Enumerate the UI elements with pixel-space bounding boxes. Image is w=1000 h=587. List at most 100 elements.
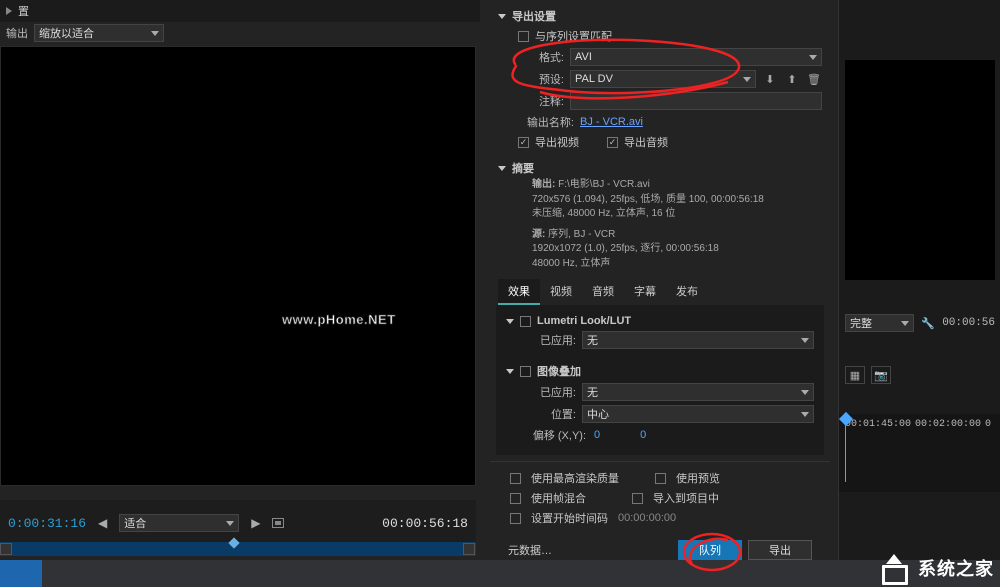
summary-source-line1: 1920x1072 (1.0), 25fps, 逐行, 00:00:56:18 [532, 242, 830, 257]
overlay-applied-select[interactable]: 无 [582, 383, 814, 401]
lumetri-applied-select[interactable]: 无 [582, 331, 814, 349]
overlay-offset-y[interactable]: 0 [638, 429, 648, 441]
chevron-down-icon [801, 338, 809, 343]
watermark-text: www.pHome.NET [282, 312, 396, 327]
in-point-handle[interactable] [0, 543, 12, 555]
chevron-down-icon [901, 321, 909, 326]
import-into-project-label: 导入到项目中 [653, 490, 719, 506]
overlay-offset-label: 偏移 (X,Y): [526, 427, 586, 443]
overlay-applied-label: 已应用: [526, 384, 576, 400]
lumetri-checkbox[interactable] [520, 316, 531, 327]
zoom-select[interactable]: 缩放以适合 [34, 24, 164, 42]
next-icon[interactable]: ▶ [247, 516, 264, 530]
overlay-offset-x[interactable]: 0 [592, 429, 602, 441]
summary-source-value: 序列, BJ - VCR [548, 229, 615, 240]
tab-video[interactable]: 视频 [540, 279, 582, 305]
overlay-checkbox[interactable] [520, 366, 531, 377]
start-timecode-label: 设置开始时间码 [531, 510, 608, 526]
chevron-down-icon [506, 319, 514, 324]
queue-button[interactable]: 队列 [678, 540, 742, 560]
output-tab[interactable]: 输出 [6, 25, 28, 41]
chevron-down-icon [506, 369, 514, 374]
import-into-project-checkbox[interactable] [632, 493, 643, 504]
output-name-link[interactable]: BJ - VCR.avi [580, 116, 643, 128]
taskbar [0, 560, 1000, 587]
chevron-down-icon [801, 412, 809, 417]
export-settings-header[interactable]: 导出设置 [490, 4, 830, 26]
format-label: 格式: [518, 49, 564, 65]
summary-output-line1: 720x576 (1.094), 25fps, 低场, 质量 100, 00:0… [532, 193, 830, 208]
chevron-down-icon [151, 31, 159, 36]
match-sequence-label: 与序列设置匹配 [535, 28, 612, 44]
lumetri-header[interactable]: Lumetri Look/LUT [498, 311, 822, 329]
preset-select[interactable]: PAL DV [570, 70, 756, 88]
delete-preset-icon[interactable]: 🗑 [806, 71, 822, 87]
use-preview-checkbox[interactable] [655, 473, 666, 484]
summary-source-label: 源: [532, 229, 545, 240]
export-audio-checkbox[interactable] [607, 137, 618, 148]
overlay-header[interactable]: 图像叠加 [498, 359, 822, 381]
tab-captions[interactable]: 字幕 [624, 279, 666, 305]
ruler-tick: 00:01:45:00 [845, 419, 911, 430]
fit-select[interactable]: 适合 [119, 514, 239, 532]
summary-header[interactable]: 摘要 [490, 156, 830, 178]
chevron-down-icon [809, 55, 817, 60]
start-timecode-value[interactable]: 00:00:00:00 [618, 512, 676, 524]
prev-icon[interactable]: ◀ [94, 516, 111, 530]
ruler-tick: 0 [985, 419, 991, 430]
tab-pointer-icon [6, 7, 12, 15]
site-logo: 系统之家 [880, 555, 994, 581]
chevron-down-icon [498, 14, 506, 19]
summary-source-line2: 48000 Hz, 立体声 [532, 257, 830, 272]
house-icon [880, 555, 910, 581]
playback-bar: 0:00:31:16 ◀ 适合 ▶ 00:00:56:18 [0, 500, 476, 546]
overlay-position-label: 位置: [526, 406, 576, 422]
aspect-ratio-icon[interactable] [272, 518, 284, 528]
output-name-label: 输出名称: [518, 114, 574, 130]
taskbar-highlight [0, 560, 42, 587]
save-preset-icon[interactable]: ⬇ [762, 71, 778, 87]
tab-publish[interactable]: 发布 [666, 279, 708, 305]
logo-text: 系统之家 [918, 555, 994, 581]
start-timecode-checkbox[interactable] [510, 513, 521, 524]
program-monitor[interactable] [845, 60, 995, 280]
comments-label: 注释: [518, 93, 564, 109]
snapshot-icon[interactable]: 📷 [871, 366, 891, 384]
format-select[interactable]: AVI [570, 48, 822, 66]
monitor-preset-select[interactable]: 完整 [845, 314, 914, 332]
max-render-quality-checkbox[interactable] [510, 473, 521, 484]
match-sequence-checkbox[interactable] [518, 31, 529, 42]
layout-icon[interactable]: ▦ [845, 366, 865, 384]
out-point-handle[interactable] [463, 543, 475, 555]
export-video-label: 导出视频 [535, 134, 579, 150]
import-preset-icon[interactable]: ⬆ [784, 71, 800, 87]
export-audio-label: 导出音频 [624, 134, 668, 150]
ruler-tick: 00:02:00:00 [915, 419, 981, 430]
monitor-timecode: 00:00:56 [942, 317, 995, 329]
metadata-label[interactable]: 元数据… [508, 542, 552, 558]
chevron-down-icon [801, 390, 809, 395]
fit-value: 适合 [124, 515, 146, 531]
lumetri-applied-label: 已应用: [526, 332, 576, 348]
frame-blend-checkbox[interactable] [510, 493, 521, 504]
tab-audio[interactable]: 音频 [582, 279, 624, 305]
timeline-panel[interactable]: 00:01:45:00 00:02:00:00 0 [839, 414, 1000, 492]
preset-label: 预设: [518, 71, 564, 87]
export-video-checkbox[interactable] [518, 137, 529, 148]
summary-output-label: 输出: [532, 179, 555, 190]
video-preview[interactable] [0, 46, 476, 486]
playhead-line [845, 422, 846, 482]
use-preview-label: 使用预览 [676, 470, 720, 486]
export-button[interactable]: 导出 [748, 540, 812, 560]
scrub-bar[interactable] [0, 542, 476, 556]
timecode-current[interactable]: 0:00:31:16 [8, 516, 86, 531]
summary-output-path: F:\电影\BJ - VCR.avi [558, 179, 650, 190]
overlay-position-select[interactable]: 中心 [582, 405, 814, 423]
max-render-quality-label: 使用最高渲染质量 [531, 470, 619, 486]
comments-input[interactable] [570, 92, 822, 110]
chevron-down-icon [743, 77, 751, 82]
timecode-duration: 00:00:56:18 [382, 516, 468, 531]
summary-output-line2: 未压缩, 48000 Hz, 立体声, 16 位 [532, 207, 830, 222]
wrench-icon[interactable]: 🔧 [920, 315, 936, 331]
tab-effects[interactable]: 效果 [498, 279, 540, 305]
